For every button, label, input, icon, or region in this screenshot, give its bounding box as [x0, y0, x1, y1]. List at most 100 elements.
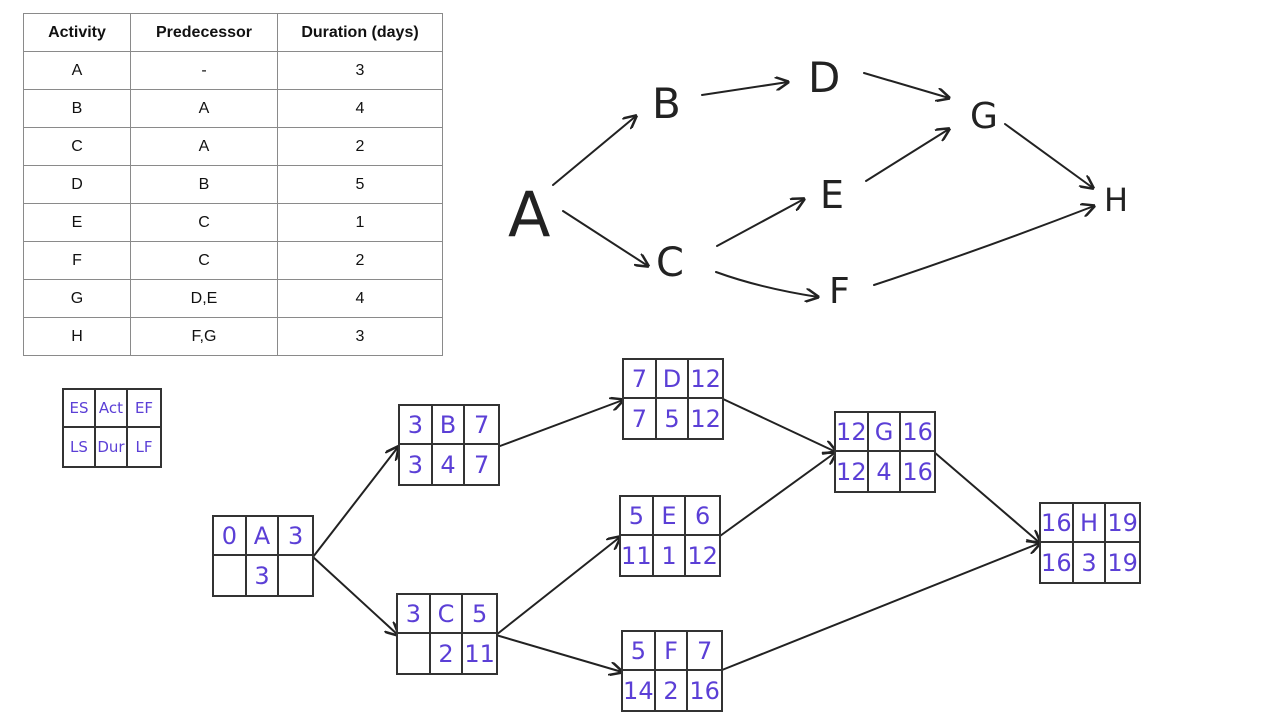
cell-predecessor: C	[130, 241, 278, 280]
node-ef: 5	[463, 595, 496, 634]
sketch-edge-f-h	[873, 206, 1094, 286]
node-duration: 4	[433, 445, 466, 484]
cell-predecessor: A	[130, 89, 278, 128]
legend-ef: EF	[128, 390, 160, 428]
node-ls	[398, 634, 431, 673]
cell-activity: G	[23, 279, 131, 318]
table-header-row: Activity Predecessor Duration (days)	[23, 13, 443, 52]
legend-ls: LS	[64, 428, 96, 466]
node-ef: 19	[1106, 504, 1139, 543]
node-es: 3	[398, 595, 431, 634]
node-lf: 16	[689, 676, 720, 705]
cell-activity: F	[23, 241, 131, 280]
sketch-node-d: D	[808, 53, 840, 102]
sketch-node-h: H	[1104, 181, 1128, 219]
node-es: 3	[400, 406, 433, 445]
node-lf: 19	[1107, 548, 1138, 577]
node-ls: 3	[400, 445, 433, 484]
cell-duration: 2	[277, 127, 443, 166]
aon-node-c: 3 C 5 2 11	[396, 593, 498, 675]
cell-duration: 3	[277, 51, 443, 90]
aon-edge-f-h	[721, 543, 1040, 671]
node-activity: F	[655, 632, 689, 671]
node-es: 0	[214, 517, 247, 556]
table-row: BA4	[23, 89, 443, 128]
aon-edge-c-f	[495, 634, 622, 672]
aon-node-a: 0 A 3 3	[212, 515, 314, 597]
node-duration: 2	[656, 671, 689, 710]
table-row: H F,G 3	[23, 317, 443, 356]
node-lf	[279, 556, 312, 595]
cell-duration: 3	[277, 317, 443, 356]
node-activity: H	[1073, 504, 1107, 543]
aon-node-d: 7 D 12 7 5 12	[622, 358, 724, 440]
cell-activity: D	[23, 165, 131, 204]
node-ls: 11	[621, 536, 654, 575]
legend-es: ES	[64, 390, 96, 428]
node-ef: 12	[689, 360, 722, 399]
node-ef: 7	[465, 406, 498, 445]
aon-node-h: 16 H 19 16 3 19	[1039, 502, 1141, 584]
node-ef: 3	[279, 517, 312, 556]
header-duration: Duration (days)	[277, 13, 443, 52]
node-ef: 7	[688, 632, 721, 671]
header-activity: Activity	[23, 13, 131, 52]
table-row: A-3	[23, 51, 443, 90]
sketch-node-f: F	[829, 271, 850, 312]
node-activity: C	[430, 595, 464, 634]
table-row: EC1	[23, 203, 443, 242]
sketch-node-g: G	[970, 96, 998, 137]
node-activity: G	[868, 413, 902, 452]
node-ls	[214, 556, 247, 595]
sketch-node-a: A	[508, 178, 550, 251]
sketch-edge-d-g	[863, 72, 949, 98]
cell-predecessor: A	[130, 127, 278, 166]
aon-edge-e-g	[719, 452, 836, 537]
cell-activity: E	[23, 203, 131, 242]
activity-table: Activity Predecessor Duration (days) A-3…	[23, 13, 443, 356]
aon-node-f: 5 F 7 14 2 16	[621, 630, 723, 712]
node-duration: 3	[1074, 543, 1107, 582]
aon-node-b: 3 B 7 3 4 7	[398, 404, 500, 486]
cell-activity: C	[23, 127, 131, 166]
node-duration: 2	[431, 634, 464, 673]
sketch-edge-a-b	[552, 116, 636, 186]
node-es: 5	[623, 632, 656, 671]
node-duration: 5	[657, 399, 690, 438]
cell-predecessor: -	[130, 51, 278, 90]
node-ls: 12	[836, 452, 869, 491]
sketch-node-c: C	[656, 240, 684, 286]
aon-node-e: 5 E 6 11 1 12	[619, 495, 721, 577]
cell-duration: 1	[277, 203, 443, 242]
table-row: CA2	[23, 127, 443, 166]
node-lf: 12	[690, 404, 721, 433]
node-es: 12	[836, 413, 869, 452]
cell-predecessor: C	[130, 203, 278, 242]
table-row: DB5	[23, 165, 443, 204]
node-es: 5	[621, 497, 654, 536]
sketch-node-e: E	[820, 173, 844, 217]
header-predecessor: Predecessor	[130, 13, 278, 52]
cell-duration: 2	[277, 241, 443, 280]
node-activity: E	[653, 497, 687, 536]
cell-duration: 4	[277, 89, 443, 128]
sketch-edge-b-d	[701, 82, 788, 96]
node-ls: 7	[624, 399, 657, 438]
legend-dur: Dur	[96, 428, 128, 466]
cell-predecessor: F,G	[130, 317, 278, 356]
node-duration: 1	[654, 536, 687, 575]
node-activity: B	[432, 406, 466, 445]
node-lf: 16	[902, 457, 933, 486]
legend-act: Act	[96, 390, 128, 428]
node-ef: 16	[901, 413, 934, 452]
aon-legend: ES Act EF LS Dur LF	[62, 388, 162, 468]
node-activity: A	[246, 517, 280, 556]
node-ls: 14	[623, 671, 656, 710]
node-activity: D	[656, 360, 690, 399]
sketch-edge-e-g	[865, 129, 949, 182]
table-row: G D,E 4	[23, 279, 443, 318]
cell-predecessor: B	[130, 165, 278, 204]
node-ls: 16	[1041, 543, 1074, 582]
cell-duration: 5	[277, 165, 443, 204]
node-lf: 7	[474, 450, 490, 479]
